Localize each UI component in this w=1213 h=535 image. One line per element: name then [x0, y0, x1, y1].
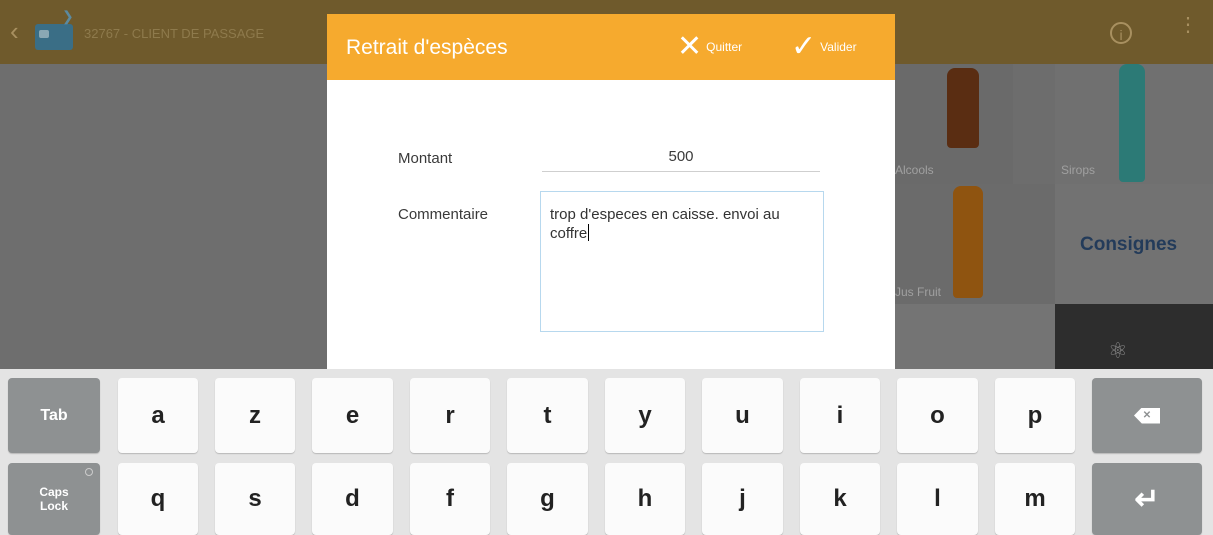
people-icon: ⚛ [1108, 338, 1128, 363]
key-label: l [934, 485, 941, 512]
key-u[interactable]: u [702, 378, 783, 453]
key-label: p [1027, 401, 1043, 429]
key-backspace[interactable]: ✕ [1092, 378, 1202, 453]
key-label: k [833, 485, 847, 512]
key-label: f [446, 485, 454, 512]
key-l[interactable]: l [897, 463, 978, 535]
key-q[interactable]: q [118, 463, 198, 535]
key-r[interactable]: r [410, 378, 490, 453]
on-screen-keyboard: Tab a z e r t y u i o p ✕ Caps Lock q s … [0, 369, 1213, 535]
alcohol-bottle-image [947, 68, 979, 148]
quit-label: Quitter [706, 40, 743, 54]
key-i[interactable]: i [800, 378, 880, 453]
caps-indicator [85, 468, 93, 476]
key-label: g [540, 485, 555, 512]
comment-label: Commentaire [398, 206, 489, 223]
key-p[interactable]: p [995, 378, 1075, 453]
tile-sirops[interactable]: Sirops [1055, 64, 1213, 184]
key-label: m [1024, 485, 1046, 512]
backspace-icon: ✕ [1134, 407, 1160, 424]
key-label: Tab [40, 406, 68, 424]
key-f[interactable]: f [410, 463, 490, 535]
comment-field[interactable]: trop d'especes en caisse. envoi au coffr… [540, 191, 824, 332]
key-e[interactable]: e [312, 378, 393, 453]
key-label: a [151, 401, 165, 429]
validate-label: Valider [820, 40, 857, 54]
key-label: q [150, 485, 166, 512]
quit-button[interactable]: ✕ Quitter [677, 32, 742, 62]
signal-icon: ❯ [62, 8, 74, 24]
key-z[interactable]: z [215, 378, 295, 453]
nfc-card-icon [35, 24, 73, 50]
key-y[interactable]: y [605, 378, 685, 453]
key-caps-lock[interactable]: Caps Lock [8, 463, 100, 535]
enter-icon: ↵ [1134, 482, 1160, 516]
key-h[interactable]: h [605, 463, 685, 535]
category-label-consignes: Consignes [1080, 234, 1178, 255]
key-label: y [638, 401, 652, 429]
key-m[interactable]: m [995, 463, 1075, 535]
category-tiles: Alcools Sirops Jus Fruit [895, 64, 1213, 369]
key-label: r [445, 401, 455, 429]
key-d[interactable]: d [312, 463, 393, 535]
validate-button[interactable]: ✓ Valider [791, 32, 857, 62]
tile-jus-fruit[interactable]: Jus Fruit [895, 184, 1055, 304]
key-label: t [543, 401, 552, 429]
key-label: o [930, 401, 945, 429]
category-label-sirops: Sirops [1061, 163, 1096, 177]
dialog-header: Retrait d'espèces ✕ Quitter ✓ Valider [327, 14, 895, 80]
chevron-left-icon[interactable]: ‹ [10, 18, 19, 44]
info-icon[interactable]: i [1110, 22, 1132, 44]
close-icon: ✕ [677, 30, 703, 63]
key-label: s [248, 485, 262, 512]
key-k[interactable]: k [800, 463, 880, 535]
key-label: i [836, 401, 844, 429]
screen: ‹ ❯ 32767 - CLIENT DE PASSAGE i ⋮ Alcool… [0, 0, 1213, 535]
tile-clients[interactable] [1055, 304, 1213, 369]
amount-label: Montant [398, 150, 453, 167]
key-label: j [739, 485, 746, 512]
key-o[interactable]: o [897, 378, 978, 453]
key-label: h [637, 485, 653, 512]
juice-bottle-image [953, 186, 983, 298]
key-t[interactable]: t [507, 378, 588, 453]
key-label: d [345, 485, 360, 512]
cash-withdrawal-dialog: Retrait d'espèces ✕ Quitter ✓ Valider Mo… [327, 14, 895, 369]
tile-alcools[interactable]: Alcools [895, 64, 1013, 184]
amount-underline [542, 171, 820, 172]
key-label: z [249, 401, 261, 429]
client-name[interactable]: 32767 - CLIENT DE PASSAGE [84, 26, 264, 41]
text-cursor [588, 224, 590, 241]
key-enter[interactable]: ↵ [1092, 463, 1202, 535]
syrup-bottle-image [1119, 64, 1145, 182]
category-label-alcools: Alcools [895, 163, 934, 177]
key-tab[interactable]: Tab [8, 378, 100, 453]
tile-misc[interactable] [895, 304, 1055, 369]
key-g[interactable]: g [507, 463, 588, 535]
key-j[interactable]: j [702, 463, 783, 535]
comment-text: trop d'especes en caisse. envoi au coffr… [550, 206, 784, 242]
amount-field[interactable]: 500 [542, 148, 820, 165]
background-panel [0, 64, 327, 369]
key-label: Caps Lock [39, 485, 69, 513]
dialog-title: Retrait d'espèces [346, 36, 508, 59]
more-vert-icon[interactable]: ⋮ [1178, 15, 1198, 35]
check-icon: ✓ [791, 30, 817, 63]
key-label: u [735, 401, 750, 429]
key-label: e [345, 401, 360, 429]
key-a[interactable]: a [118, 378, 198, 453]
category-label-jus-fruit: Jus Fruit [895, 285, 942, 299]
key-s[interactable]: s [215, 463, 295, 535]
